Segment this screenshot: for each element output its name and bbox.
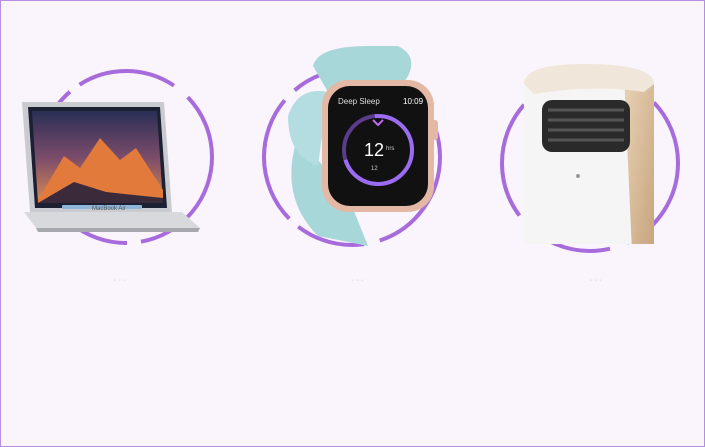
watch-small-number: 12	[371, 166, 378, 172]
product-caption-smartwatch: ...	[350, 268, 365, 285]
product-caption-air-purifier: ...	[588, 268, 603, 285]
smartwatch-image: Deep Sleep 10:09 12 hrs 12	[288, 46, 438, 246]
product-card-air-purifier[interactable]	[494, 60, 694, 260]
product-card-laptop[interactable]: MacBook Air	[14, 60, 214, 260]
laptop-image: MacBook Air	[22, 102, 200, 232]
air-purifier-image	[524, 64, 654, 244]
watch-title: Deep Sleep	[338, 97, 380, 106]
watch-big-number: 12	[364, 140, 384, 160]
watch-time: 10:09	[403, 97, 424, 106]
product-card-smartwatch[interactable]: Deep Sleep 10:09 12 hrs 12	[258, 46, 458, 260]
laptop-screen-label: MacBook Air	[92, 206, 126, 212]
product-caption-laptop: ...	[112, 268, 127, 285]
watch-unit: hrs	[386, 146, 394, 152]
